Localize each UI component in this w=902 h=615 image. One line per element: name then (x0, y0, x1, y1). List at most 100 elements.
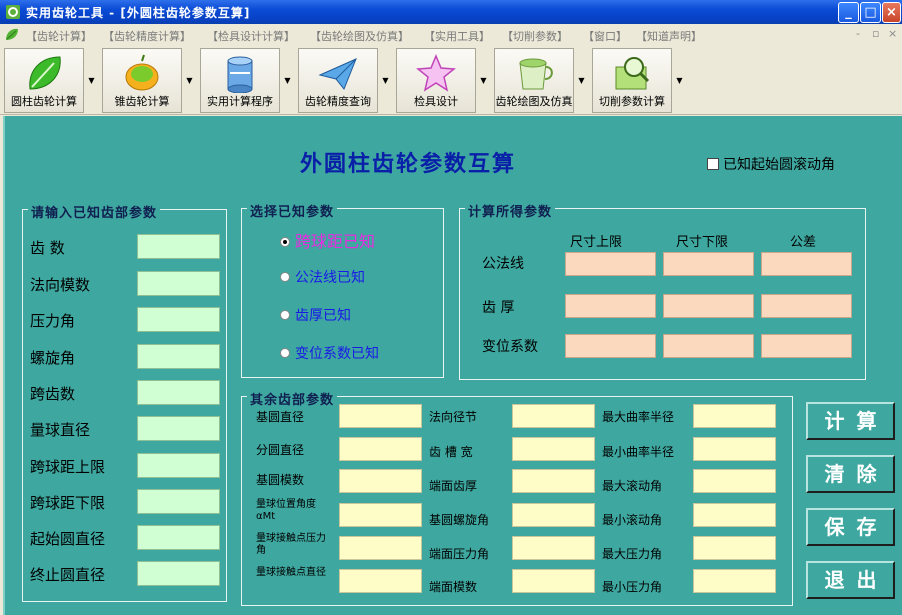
mdi-restore-button[interactable]: ▫ (872, 27, 879, 40)
tool-calc-programs[interactable]: 实用计算程序 (200, 48, 280, 113)
base-tangent-lower-field[interactable] (663, 252, 754, 276)
radio-base-tangent-known[interactable]: 公法线已知 (280, 267, 365, 287)
radio-dot-icon[interactable] (280, 348, 290, 358)
radio-over-ball-known[interactable]: 跨球距已知 (280, 228, 375, 252)
tool-label: 圆柱齿轮计算 (11, 95, 77, 108)
checkbox-icon[interactable] (707, 158, 719, 170)
pressure-angle-input[interactable] (137, 307, 220, 332)
pitch-diameter-field[interactable] (339, 437, 422, 461)
dropdown-arrow-icon[interactable]: ▼ (674, 48, 685, 113)
clear-button[interactable]: 清除 (806, 455, 895, 493)
close-button[interactable]: × (882, 2, 901, 23)
dropdown-arrow-icon[interactable]: ▼ (380, 48, 391, 113)
field-label: 法向模数 (30, 276, 91, 294)
minimize-button[interactable]: _ (838, 2, 859, 23)
radio-dot-icon[interactable] (280, 272, 290, 282)
tool-cylindrical-gear[interactable]: 圆柱齿轮计算 (4, 48, 84, 113)
field-label: 终止圆直径 (30, 566, 106, 584)
field-label: 齿 数 (30, 239, 65, 257)
transverse-thickness-field[interactable] (512, 469, 595, 493)
group-title: 其余齿部参数 (247, 389, 338, 408)
menu-gauge-design[interactable]: 【检具设计计算】 (207, 28, 295, 44)
dropdown-arrow-icon[interactable]: ▼ (184, 48, 195, 113)
tooth-thickness-lower-field[interactable] (663, 294, 754, 318)
ball-contact-diameter-field[interactable] (339, 569, 422, 593)
field-label: 端面压力角 (429, 547, 490, 561)
mdi-close-button[interactable]: × (888, 27, 897, 40)
base-helix-angle-field[interactable] (512, 503, 595, 527)
menu-statement[interactable]: 【知道声明】 (636, 28, 702, 44)
radio-profile-shift-known[interactable]: 变位系数已知 (280, 343, 379, 363)
known-roll-angle-checkbox[interactable]: 已知起始圆滚动角 (707, 154, 835, 174)
tool-label: 实用计算程序 (207, 95, 273, 108)
field-label: 量球接触点直径 (256, 567, 326, 578)
field-label: 最大滚动角 (602, 479, 663, 493)
menu-gear-precision[interactable]: 【齿轮精度计算】 (103, 28, 191, 44)
base-module-field[interactable] (339, 469, 422, 493)
span-teeth-input[interactable] (137, 380, 220, 405)
field-label: 分圆直径 (256, 443, 305, 457)
start-circle-diameter-input[interactable] (137, 525, 220, 550)
normal-module-input[interactable] (137, 271, 220, 296)
ball-diameter-input[interactable] (137, 416, 220, 441)
dropdown-arrow-icon[interactable]: ▼ (478, 48, 489, 113)
end-circle-diameter-input[interactable] (137, 561, 220, 586)
tooth-thickness-tolerance-field[interactable] (761, 294, 852, 318)
menu-tools[interactable]: 【实用工具】 (424, 28, 490, 44)
field-label: 最小压力角 (602, 580, 663, 594)
over-ball-lower-input[interactable] (137, 489, 220, 514)
max-roll-angle-field[interactable] (693, 469, 776, 493)
radio-dot-icon[interactable] (280, 237, 290, 247)
helix-angle-input[interactable] (137, 344, 220, 369)
menu-cutting-params[interactable]: 【切削参数】 (502, 28, 568, 44)
tool-gear-precision[interactable]: 齿轮精度查询 (298, 48, 378, 113)
dropdown-arrow-icon[interactable]: ▼ (576, 48, 587, 113)
radio-tooth-thickness-known[interactable]: 齿厚已知 (280, 305, 351, 325)
menu-window[interactable]: 【窗口】 (583, 28, 627, 44)
space-width-field[interactable] (512, 437, 595, 461)
maximize-button[interactable]: □ (860, 2, 881, 23)
dropdown-arrow-icon[interactable]: ▼ (282, 48, 293, 113)
save-button[interactable]: 保存 (806, 508, 895, 546)
over-ball-upper-input[interactable] (137, 453, 220, 478)
base-tangent-upper-field[interactable] (565, 252, 656, 276)
tool-label: 锥齿轮计算 (114, 95, 170, 108)
field-label: 最小曲率半径 (602, 445, 675, 459)
green-leaf-icon (29, 56, 61, 90)
menu-gear-calc[interactable]: 【齿轮计算】 (26, 28, 92, 44)
transverse-pressure-angle-field[interactable] (512, 536, 595, 560)
tool-gauge-design[interactable]: 检具设计 (396, 48, 476, 113)
profile-shift-lower-field[interactable] (663, 334, 754, 358)
leaf-icon (6, 28, 18, 40)
normal-diametral-pitch-field[interactable] (512, 404, 595, 428)
max-curvature-radius-field[interactable] (693, 404, 776, 428)
max-pressure-angle-field[interactable] (693, 536, 776, 560)
base-tangent-tolerance-field[interactable] (761, 252, 852, 276)
min-pressure-angle-field[interactable] (693, 569, 776, 593)
exit-button[interactable]: 退出 (806, 561, 895, 599)
ball-position-angle-field[interactable] (339, 503, 422, 527)
cup-icon (519, 58, 553, 90)
ball-contact-pressure-angle-field[interactable] (339, 536, 422, 560)
profile-shift-upper-field[interactable] (565, 334, 656, 358)
menu-gear-drawing[interactable]: 【齿轮绘图及仿真】 (310, 28, 409, 44)
tool-gear-drawing[interactable]: 齿轮绘图及仿真 (494, 48, 574, 113)
field-label: 基圆模数 (256, 473, 305, 487)
dropdown-arrow-icon[interactable]: ▼ (86, 48, 97, 113)
transverse-module-field[interactable] (512, 569, 595, 593)
teeth-count-input[interactable] (137, 234, 220, 259)
tool-bevel-gear[interactable]: 锥齿轮计算 (102, 48, 182, 113)
select-known-group: 选择已知参数 跨球距已知 公法线已知 齿厚已知 变位系数已知 (241, 201, 444, 378)
min-curvature-radius-field[interactable] (693, 437, 776, 461)
base-diameter-field[interactable] (339, 404, 422, 428)
tooth-thickness-upper-field[interactable] (565, 294, 656, 318)
profile-shift-tolerance-field[interactable] (761, 334, 852, 358)
field-label: 量球位置角度αMt (256, 499, 316, 522)
fruit-icon (125, 54, 159, 91)
magnifier-book-icon (615, 57, 650, 90)
min-roll-angle-field[interactable] (693, 503, 776, 527)
radio-dot-icon[interactable] (280, 310, 290, 320)
calculate-button[interactable]: 计算 (806, 402, 895, 440)
mdi-minimize-button[interactable]: - (856, 27, 860, 40)
tool-cutting-params[interactable]: 切削参数计算 (592, 48, 672, 113)
